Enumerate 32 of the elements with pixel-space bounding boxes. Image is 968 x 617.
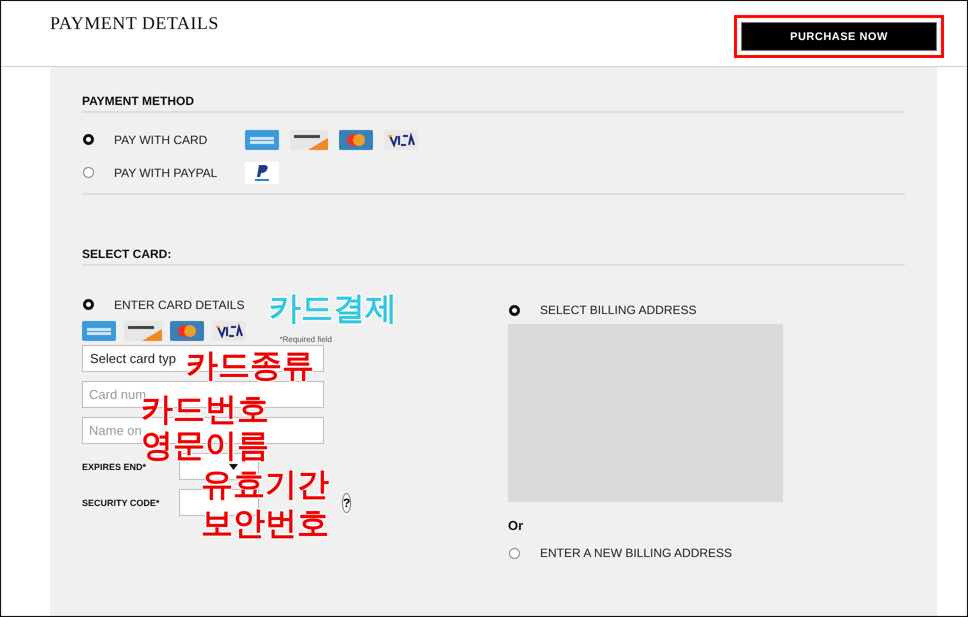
card-logo-icon — [212, 321, 246, 341]
purchase-button[interactable]: PURCHASE NOW — [741, 22, 937, 51]
option-label: ENTER A NEW BILLING ADDRESS — [540, 546, 732, 560]
card-logo-icon — [339, 130, 373, 150]
field-label: SECURITY CODE* — [82, 498, 160, 508]
or-label: Or — [508, 518, 524, 533]
card-logo-icon — [124, 321, 162, 341]
radio-button[interactable] — [83, 167, 94, 178]
card-logo-icon — [245, 130, 279, 150]
option-label: PAY WITH PAYPAL — [114, 166, 218, 180]
help-button[interactable]: ? — [342, 492, 352, 512]
caret-icon — [229, 464, 238, 470]
radio-button[interactable] — [509, 304, 520, 316]
required-note: *Required field — [280, 335, 332, 344]
card-logo-icon — [290, 130, 328, 150]
card-logo-icon — [170, 321, 204, 341]
radio-button[interactable] — [83, 134, 94, 145]
option-label: PAY WITH CARD — [114, 132, 208, 146]
field-label: EXPIRES END* — [82, 462, 148, 472]
page-title: PAYMENT DETAILS — [50, 13, 219, 34]
annotation-text: 보안번호 — [201, 507, 329, 539]
card-logo-icon — [82, 321, 116, 341]
option-label: ENTER CARD DETAILS — [114, 298, 244, 312]
radio-button[interactable] — [83, 299, 94, 310]
section-heading: SELECT CARD: — [82, 247, 905, 266]
card-logo-icon — [384, 130, 418, 150]
annotation-text: 카드결제 — [269, 292, 397, 324]
annotation-text: 유효기간 — [201, 468, 329, 500]
payment-logo-icon — [245, 162, 279, 184]
option-label: SELECT BILLING ADDRESS — [540, 303, 697, 317]
section-heading: PAYMENT METHOD — [82, 94, 905, 113]
radio-button[interactable] — [509, 548, 520, 558]
